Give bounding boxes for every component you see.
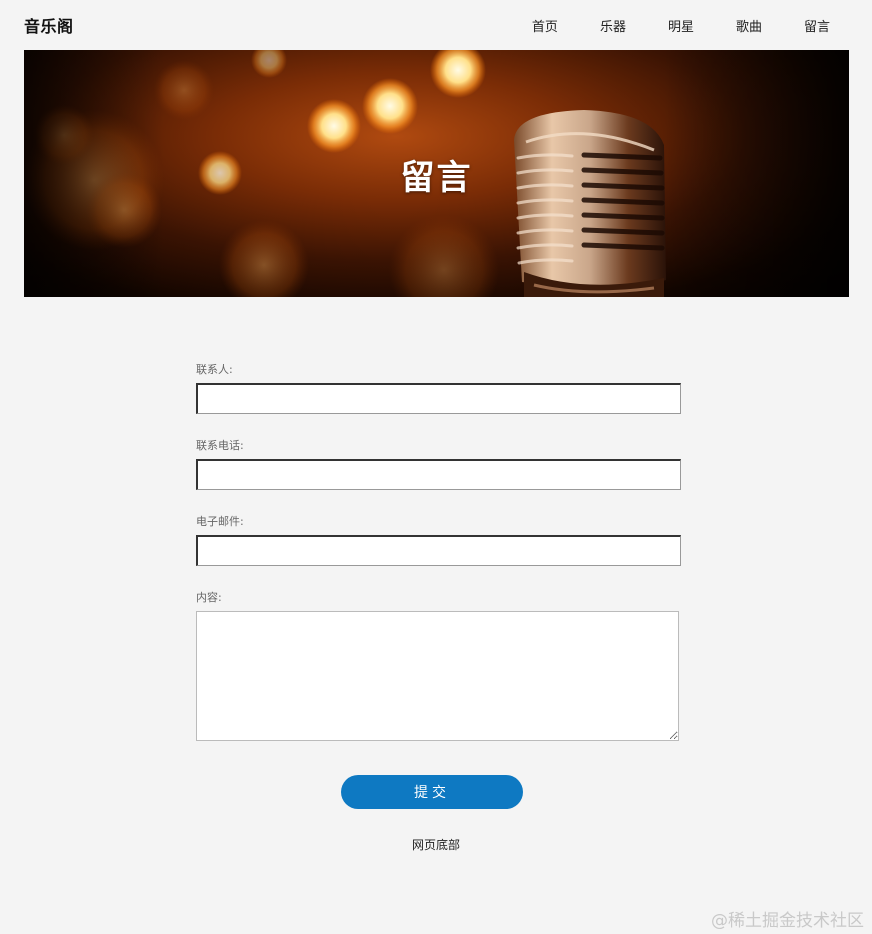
watermark: @稀土掘金技术社区: [711, 911, 864, 931]
email-input[interactable]: [196, 535, 681, 566]
site-header: 音乐阁 首页 乐器 明星 歌曲 留言: [0, 0, 872, 50]
content-label: 内容:: [196, 591, 222, 604]
site-logo[interactable]: 音乐阁: [24, 13, 74, 37]
nav-item-stars[interactable]: 明星: [668, 16, 694, 35]
page: 音乐阁 首页 乐器 明星 歌曲 留言 留言 联系人: 联系电话: 电子邮件: 内…: [0, 0, 872, 934]
submit-button[interactable]: 提交: [341, 775, 523, 809]
email-label: 电子邮件:: [196, 515, 244, 528]
nav-item-home[interactable]: 首页: [532, 16, 558, 35]
contact-input[interactable]: [196, 383, 681, 414]
microphone-icon: [514, 110, 666, 297]
banner-title: 留言: [400, 158, 473, 198]
phone-input[interactable]: [196, 459, 681, 490]
contact-label: 联系人:: [196, 363, 233, 376]
main-nav: 首页 乐器 明星 歌曲 留言: [532, 16, 872, 35]
phone-label: 联系电话:: [196, 439, 244, 452]
nav-item-message[interactable]: 留言: [804, 16, 830, 35]
content-textarea[interactable]: [196, 611, 679, 741]
nav-item-songs[interactable]: 歌曲: [736, 16, 762, 35]
footer-text: 网页底部: [411, 838, 460, 852]
nav-item-instruments[interactable]: 乐器: [600, 16, 626, 35]
message-form: 联系人: 联系电话: 电子邮件: 内容:: [196, 362, 681, 741]
banner-image: 留言: [24, 50, 849, 297]
